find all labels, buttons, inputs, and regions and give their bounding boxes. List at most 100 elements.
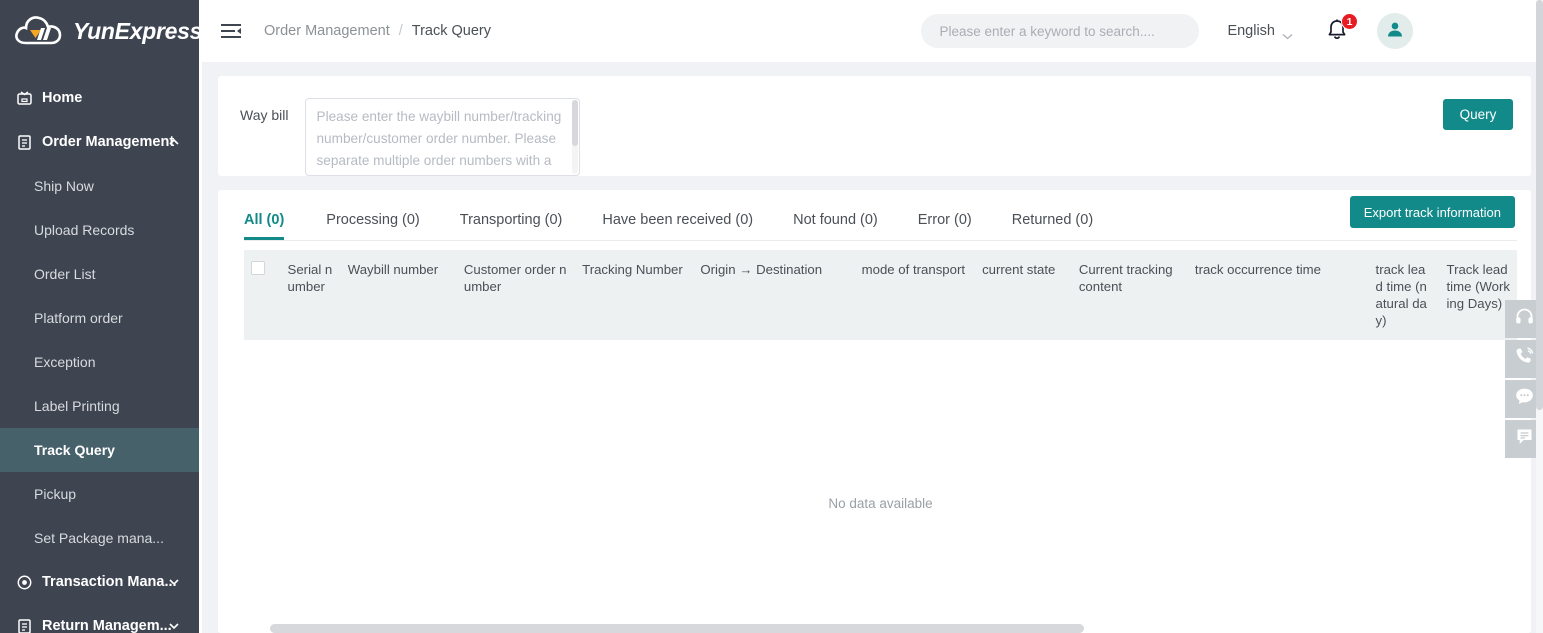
brand-name: YunExpress <box>73 17 202 44</box>
column-header-track-lead-time-natural-day[interactable]: track lead time (natural day) <box>1368 250 1440 340</box>
list-icon <box>16 618 33 633</box>
phone-ring-icon <box>1514 346 1535 372</box>
sidebar-item-label: Order List <box>34 266 96 282</box>
sidebar-item-label: Set Package mana... <box>34 530 164 546</box>
chevron-down-icon[interactable] <box>168 620 180 632</box>
page-content: Way bill Query All (0) Processing (0) Tr… <box>202 62 1543 633</box>
column-header-waybill-number[interactable]: Waybill number <box>340 250 457 340</box>
feedback-form-icon <box>1514 426 1535 452</box>
tab-transporting[interactable]: Transporting (0) <box>440 212 583 241</box>
tab-not-found[interactable]: Not found (0) <box>773 211 898 241</box>
sidebar-item-label: Label Printing <box>34 398 120 414</box>
waybill-input-scrollbar[interactable] <box>571 100 578 174</box>
status-tabs: All (0) Processing (0) Transporting (0) … <box>244 190 1113 240</box>
tab-label: Not found (0) <box>793 211 878 228</box>
status-tabs-row: All (0) Processing (0) Transporting (0) … <box>218 190 1531 240</box>
sidebar-item-label: Platform order <box>34 310 123 326</box>
track-table-head: Serial number Waybill number Customer or… <box>244 250 1517 340</box>
query-button[interactable]: Query <box>1443 99 1513 130</box>
sidebar-item-transaction-management[interactable]: Transaction Mana... <box>0 560 202 604</box>
sidebar-item-order-list[interactable]: Order List <box>0 252 202 296</box>
home-icon <box>16 90 33 107</box>
column-header-customer-order-number[interactable]: Customer order number <box>456 250 576 340</box>
tabs-divider <box>244 240 1517 241</box>
search-input[interactable] <box>921 14 1200 48</box>
brand-logo[interactable]: YunExpress <box>0 0 202 62</box>
tab-processing[interactable]: Processing (0) <box>306 211 439 241</box>
scrollbar-thumb[interactable] <box>1536 0 1543 410</box>
sidebar-item-label: Transaction Mana... <box>42 574 177 590</box>
cloud-truck-logo-icon <box>14 13 66 49</box>
chat-bubble-icon <box>1514 386 1535 412</box>
select-all-checkbox[interactable] <box>251 261 265 275</box>
tab-have-been-received[interactable]: Have been received (0) <box>582 211 773 241</box>
sidebar-item-home[interactable]: Home <box>0 76 202 120</box>
coin-icon <box>16 574 33 591</box>
tab-label: All (0) <box>244 211 285 228</box>
chevron-down-icon <box>1282 28 1293 39</box>
column-header-origin-destination[interactable]: Origin → Destination <box>693 250 855 340</box>
waybill-input-wrap <box>304 98 580 176</box>
sidebar: YunExpress Home Order Management Ship No <box>0 0 202 633</box>
app-root: YunExpress Home Order Management Ship No <box>0 0 1543 633</box>
sidebar-item-track-query[interactable]: Track Query <box>0 428 202 472</box>
breadcrumb-parent[interactable]: Order Management <box>264 23 390 39</box>
column-header-current-state[interactable]: current state <box>975 250 1072 340</box>
tab-label: Error (0) <box>917 211 972 228</box>
column-header-mode-of-transport[interactable]: mode of transport <box>854 250 976 340</box>
column-header-track-occurrence-time[interactable]: track occurrence time <box>1187 250 1369 340</box>
tab-error[interactable]: Error (0) <box>898 211 992 241</box>
tab-all[interactable]: All (0) <box>244 211 306 241</box>
track-results-panel: All (0) Processing (0) Transporting (0) … <box>218 190 1531 633</box>
sidebar-item-pickup[interactable]: Pickup <box>0 472 202 516</box>
export-track-information-button[interactable]: Export track information <box>1349 196 1515 228</box>
sidebar-item-label: Order Management <box>42 134 175 150</box>
table-horizontal-scrollbar[interactable] <box>270 624 1503 633</box>
headset-icon <box>1514 306 1535 332</box>
sidebar-item-order-management[interactable]: Order Management <box>0 120 202 164</box>
tab-label: Have been received (0) <box>602 211 754 228</box>
breadcrumb-separator: / <box>398 23 403 39</box>
column-header-current-tracking-content[interactable]: Current tracking content <box>1071 250 1188 340</box>
tab-label: Processing (0) <box>326 211 420 228</box>
empty-state-text: No data available <box>828 496 933 511</box>
chevron-down-icon[interactable] <box>168 576 180 588</box>
notification-count-badge: 1 <box>1341 13 1358 30</box>
chevron-up-icon[interactable] <box>168 136 180 148</box>
breadcrumb: Order Management / Track Query <box>264 23 491 39</box>
column-header-tracking-number[interactable]: Tracking Number <box>575 250 694 340</box>
scrollbar-thumb[interactable] <box>571 100 578 146</box>
tab-returned[interactable]: Returned (0) <box>992 211 1113 241</box>
main-area: Order Management / Track Query English <box>202 0 1543 633</box>
notifications-button[interactable]: 1 <box>1325 13 1358 44</box>
select-all-cell <box>244 250 281 340</box>
user-avatar[interactable] <box>1377 13 1413 49</box>
sidebar-item-set-package-management[interactable]: Set Package mana... <box>0 516 202 560</box>
sidebar-item-exception[interactable]: Exception <box>0 340 202 384</box>
track-table: Serial number Waybill number Customer or… <box>244 250 1517 340</box>
sidebar-item-ship-now[interactable]: Ship Now <box>0 164 202 208</box>
topbar-actions: English 1 <box>921 13 1531 49</box>
page-scrollbar[interactable] <box>1536 0 1543 633</box>
tab-label: Returned (0) <box>1011 211 1094 228</box>
sidebar-nav: Home Order Management Ship Now Upload Re… <box>0 62 202 633</box>
list-icon <box>16 134 33 151</box>
sidebar-item-label: Return Managem... <box>42 618 172 633</box>
topbar: Order Management / Track Query English <box>202 0 1543 62</box>
sidebar-item-label-printing[interactable]: Label Printing <box>0 384 202 428</box>
sidebar-item-platform-order[interactable]: Platform order <box>0 296 202 340</box>
language-selector[interactable]: English <box>1227 23 1293 39</box>
breadcrumb-current: Track Query <box>411 23 491 39</box>
hamburger-collapse-icon[interactable] <box>220 22 242 40</box>
sidebar-item-return-management[interactable]: Return Managem... <box>0 604 202 633</box>
sidebar-item-label: Exception <box>34 354 96 370</box>
scrollbar-thumb[interactable] <box>270 624 1084 633</box>
sidebar-item-label: Track Query <box>34 442 115 458</box>
language-label: English <box>1227 23 1275 39</box>
waybill-input[interactable] <box>304 98 580 176</box>
column-header-serial-number[interactable]: Serial number <box>280 250 341 340</box>
sidebar-item-upload-records[interactable]: Upload Records <box>0 208 202 252</box>
bell-icon <box>1325 19 1349 48</box>
table-header-row: Serial number Waybill number Customer or… <box>244 250 1517 340</box>
